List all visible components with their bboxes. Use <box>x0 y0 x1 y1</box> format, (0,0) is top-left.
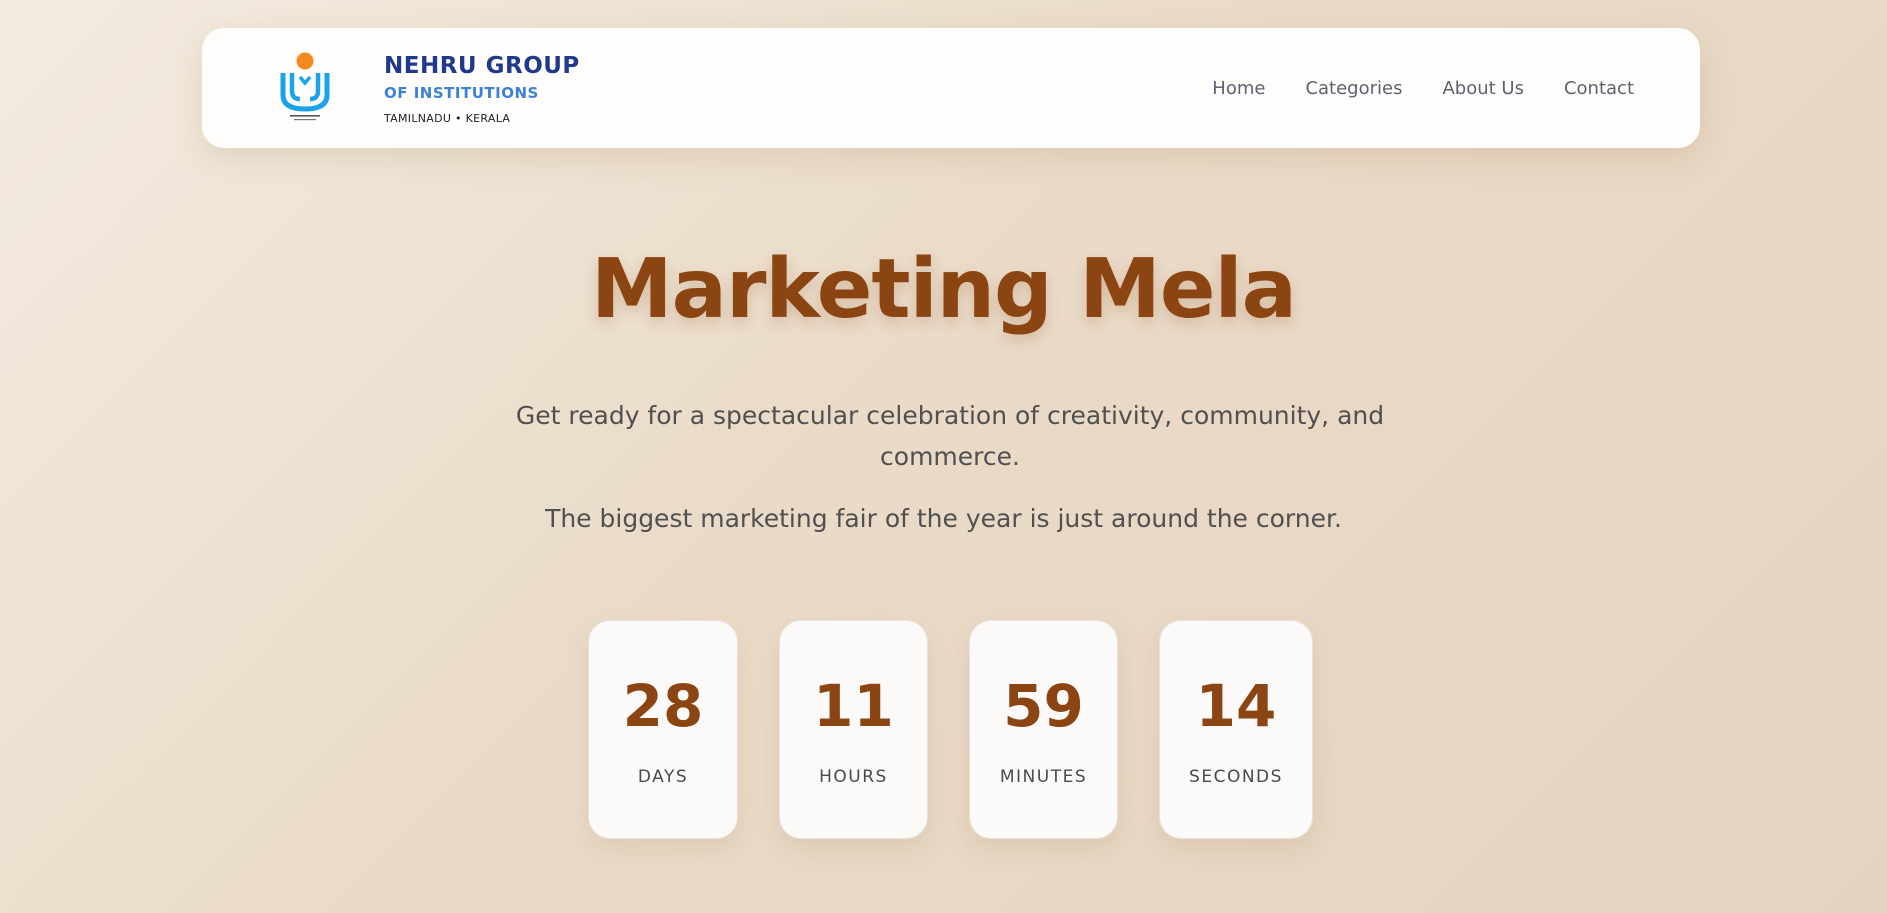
countdown-timer: 28 DAYS 11 HOURS 59 MINUTES 14 SECONDS <box>588 620 1313 839</box>
countdown-minutes-value: 59 <box>1003 672 1084 740</box>
brand-subtitle: OF INSTITUTIONS <box>384 83 539 102</box>
hero-tagline: The biggest marketing fair of the year i… <box>545 504 1342 533</box>
navbar: NEHRU GROUP OF INSTITUTIONS TAMILNADU • … <box>202 28 1700 148</box>
nav-categories[interactable]: Categories <box>1305 78 1402 99</box>
nav-about-us[interactable]: About Us <box>1442 78 1524 99</box>
countdown-days-value: 28 <box>622 672 704 740</box>
countdown-seconds: 14 SECONDS <box>1159 620 1313 839</box>
countdown-hours-value: 11 <box>813 672 894 740</box>
hero-title: Marketing Mela <box>591 242 1297 337</box>
nav-home[interactable]: Home <box>1212 78 1265 99</box>
nav-contact[interactable]: Contact <box>1564 78 1634 99</box>
brand[interactable]: NEHRU GROUP OF INSTITUTIONS TAMILNADU • … <box>278 51 580 125</box>
nehru-logo-icon <box>278 51 332 125</box>
countdown-days-label: DAYS <box>637 767 689 787</box>
countdown-hours-label: HOURS <box>819 767 888 787</box>
main-nav: Home Categories About Us Contact <box>1212 78 1634 99</box>
countdown-seconds-label: SECONDS <box>1189 767 1283 787</box>
countdown-days: 28 DAYS <box>588 620 738 839</box>
hero-description: Get ready for a spectacular celebration … <box>515 401 1385 471</box>
brand-title: NEHRU GROUP <box>384 52 580 79</box>
countdown-minutes: 59 MINUTES <box>969 620 1118 839</box>
countdown-seconds-value: 14 <box>1195 672 1277 740</box>
countdown-hours: 11 HOURS <box>779 620 928 839</box>
brand-location: TAMILNADU • KERALA <box>384 111 511 125</box>
brand-text: NEHRU GROUP OF INSTITUTIONS TAMILNADU • … <box>384 52 580 125</box>
countdown-minutes-label: MINUTES <box>999 767 1088 787</box>
